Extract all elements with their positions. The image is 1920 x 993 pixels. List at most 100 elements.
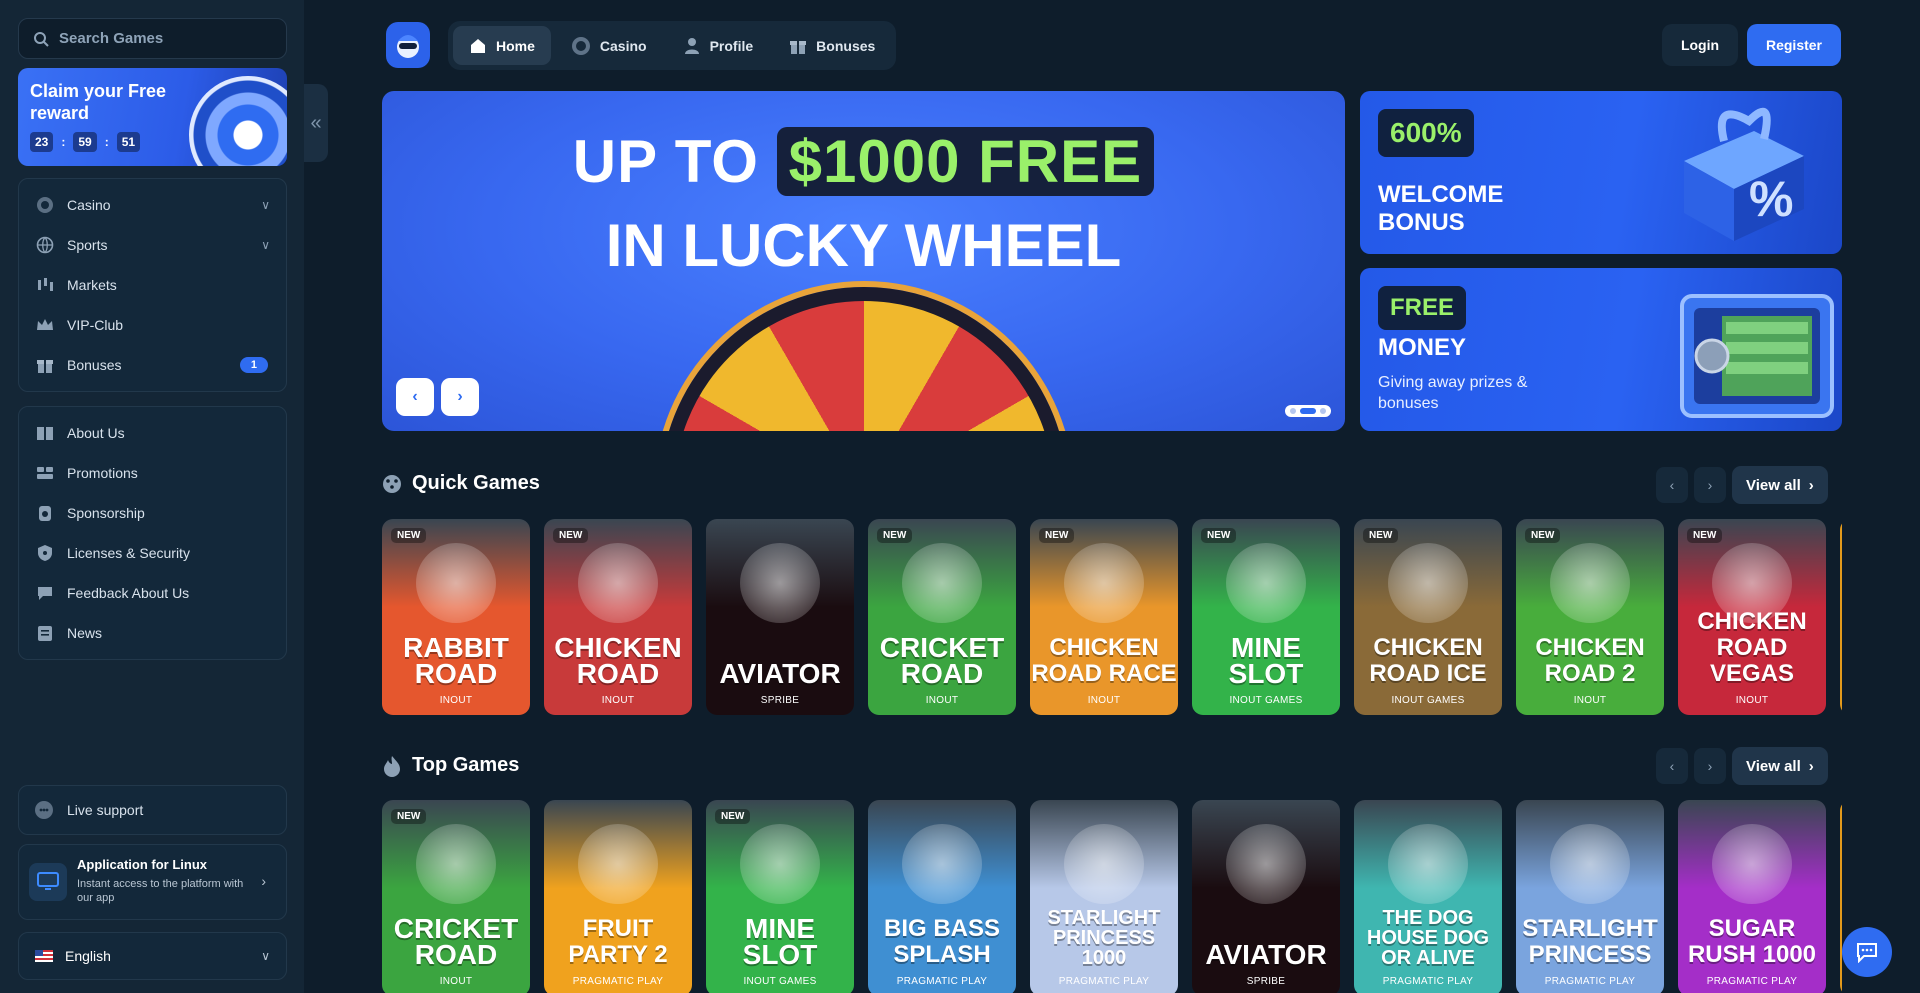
hero-prev-button[interactable]: ‹ xyxy=(396,378,434,416)
hero-next-button[interactable]: › xyxy=(441,378,479,416)
top-navigation: Home Casino Profile Bonuses xyxy=(448,21,897,70)
game-provider: INOUT xyxy=(1735,695,1769,706)
game-card[interactable]: AVIATOR SPRIBE xyxy=(1192,800,1340,993)
tab-profile[interactable]: Profile xyxy=(667,26,770,65)
globe-ball-icon xyxy=(35,235,55,255)
sidebar-item-label: Sports xyxy=(67,237,108,253)
sidebar-item-label: About Us xyxy=(67,425,125,441)
chevron-left-icon: ‹ xyxy=(1669,758,1675,774)
game-artwork xyxy=(740,543,820,623)
sidebar-item-news[interactable]: News xyxy=(19,613,286,653)
game-card[interactable]: NEW RABBIT ROAD INOUT xyxy=(382,519,530,715)
tab-home[interactable]: Home xyxy=(453,26,551,65)
ticket-icon xyxy=(35,463,55,483)
game-provider: SPRIBE xyxy=(1246,976,1286,987)
game-card[interactable]: NEW CRICKET ROAD INOUT xyxy=(868,519,1016,715)
game-card[interactable]: THE DOG HOUSE DOG OR ALIVE PRAGMATIC PLAY xyxy=(1354,800,1502,993)
game-card[interactable]: NEW CHICKEN ROAD INOUT xyxy=(544,519,692,715)
game-card-partial[interactable] xyxy=(1840,519,1842,715)
linux-app-banner[interactable]: Application for Linux Instant access to … xyxy=(18,844,287,920)
free-money-subtitle: Giving away prizes & bonuses xyxy=(1378,374,1528,412)
sidebar-item-vip-club[interactable]: VIP-Club xyxy=(19,305,286,345)
game-card[interactable]: FRUIT PARTY 2 PRAGMATIC PLAY xyxy=(544,800,692,993)
chat-widget-button[interactable] xyxy=(1842,927,1892,977)
hero-slider[interactable]: UP TO $1000 FREE IN LUCKY WHEEL ‹ › xyxy=(382,91,1345,431)
game-card[interactable]: SUGAR RUSH 1000 PRAGMATIC PLAY xyxy=(1678,800,1826,993)
top-games-next-button[interactable]: › xyxy=(1694,748,1726,784)
game-card[interactable]: AVIATOR SPRIBE xyxy=(706,519,854,715)
search-box[interactable] xyxy=(18,18,287,59)
hero-headline-highlight: $1000 FREE xyxy=(776,127,1155,196)
game-artwork xyxy=(416,543,496,623)
sidebar-item-bonuses[interactable]: Bonuses 1 xyxy=(19,345,286,385)
slide-dot[interactable] xyxy=(1290,408,1296,414)
welcome-bonus-banner[interactable]: 600% WELCOME BONUS % xyxy=(1360,91,1842,254)
candlestick-icon xyxy=(35,275,55,295)
game-card[interactable]: NEW CRICKET ROAD INOUT xyxy=(382,800,530,993)
game-card[interactable]: NEW MINE SLOT INOUT GAMES xyxy=(1192,519,1340,715)
timer-minutes: 59 xyxy=(73,132,97,152)
chevron-down-icon: ∨ xyxy=(261,949,270,963)
game-artwork xyxy=(1712,824,1792,904)
view-all-label: View all xyxy=(1746,757,1801,775)
free-reward-banner[interactable]: Claim your Free reward 23: 59: 51 xyxy=(18,68,287,166)
search-input[interactable] xyxy=(59,30,259,47)
sidebar-item-label: Markets xyxy=(67,277,117,293)
sidebar-item-licenses-security[interactable]: Licenses & Security xyxy=(19,533,286,573)
sidebar-item-label: Sponsorship xyxy=(67,505,145,521)
quick-games-view-all-button[interactable]: View all › xyxy=(1732,466,1828,504)
register-button[interactable]: Register xyxy=(1747,24,1841,66)
chevron-down-icon[interactable]: ∨ xyxy=(261,238,270,252)
slide-dot-active[interactable] xyxy=(1300,408,1316,414)
gift-icon xyxy=(35,355,55,375)
top-games-view-all-button[interactable]: View all › xyxy=(1732,747,1828,785)
language-selector[interactable]: English ∨ xyxy=(18,932,287,980)
sidebar-item-casino[interactable]: Casino ∨ xyxy=(19,185,286,225)
live-support-button[interactable]: Live support xyxy=(18,785,287,835)
gift-icon xyxy=(790,40,807,54)
tab-label: Home xyxy=(496,37,535,54)
top-games-controls: ‹ › View all › xyxy=(1656,747,1828,785)
game-card[interactable]: NEW CHICKEN ROAD VEGAS INOUT xyxy=(1678,519,1826,715)
tab-casino[interactable]: Casino xyxy=(555,26,663,65)
sidebar-item-feedback[interactable]: Feedback About Us xyxy=(19,573,286,613)
new-badge: NEW xyxy=(1363,528,1399,543)
home-icon xyxy=(471,38,485,53)
login-button[interactable]: Login xyxy=(1662,24,1738,66)
game-card[interactable]: STARLIGHT PRINCESS PRAGMATIC PLAY xyxy=(1516,800,1664,993)
game-title: CRICKET ROAD xyxy=(393,913,519,970)
quick-games-prev-button[interactable]: ‹ xyxy=(1656,467,1688,503)
site-logo[interactable] xyxy=(386,22,430,68)
sidebar-item-sports[interactable]: Sports ∨ xyxy=(19,225,286,265)
game-card[interactable]: NEW CHICKEN ROAD RACE INOUT xyxy=(1030,519,1178,715)
game-card-partial[interactable] xyxy=(1840,800,1842,993)
chevron-down-icon[interactable]: ∨ xyxy=(261,198,270,212)
game-title: BIG BASS SPLASH xyxy=(883,915,1000,968)
slide-dot[interactable] xyxy=(1320,408,1326,414)
sidebar-item-promotions[interactable]: Promotions xyxy=(19,453,286,493)
welcome-bonus-percent: 600% xyxy=(1378,109,1474,157)
game-card[interactable]: NEW MINE SLOT INOUT GAMES xyxy=(706,800,854,993)
sidebar-item-markets[interactable]: Markets xyxy=(19,265,286,305)
quick-games-next-button[interactable]: › xyxy=(1694,467,1726,503)
free-money-banner[interactable]: FREE MONEY Giving away prizes & bonuses xyxy=(1360,268,1842,431)
game-artwork xyxy=(1550,543,1630,623)
game-card[interactable]: BIG BASS SPLASH PRAGMATIC PLAY xyxy=(868,800,1016,993)
game-artwork xyxy=(1550,824,1630,904)
sidebar-item-sponsorship[interactable]: Sponsorship xyxy=(19,493,286,533)
sidebar-item-label: Bonuses xyxy=(67,357,122,373)
game-card[interactable]: STARLIGHT PRINCESS 1000 PRAGMATIC PLAY xyxy=(1030,800,1178,993)
game-artwork xyxy=(578,543,658,623)
tab-label: Profile xyxy=(709,37,754,54)
game-provider: INOUT GAMES xyxy=(743,976,817,987)
game-card[interactable]: NEW CHICKEN ROAD ICE INOUT GAMES xyxy=(1354,519,1502,715)
language-label: English xyxy=(65,948,111,964)
top-games-prev-button[interactable]: ‹ xyxy=(1656,748,1688,784)
tab-bonuses[interactable]: Bonuses xyxy=(773,26,891,65)
game-title: CHICKEN ROAD RACE xyxy=(1031,634,1177,687)
game-provider: INOUT xyxy=(1573,695,1607,706)
chevron-right-icon: › xyxy=(1808,476,1814,494)
game-title: CHICKEN ROAD ICE xyxy=(1369,634,1487,687)
sidebar-item-about-us[interactable]: About Us xyxy=(19,413,286,453)
game-card[interactable]: NEW CHICKEN ROAD 2 INOUT xyxy=(1516,519,1664,715)
